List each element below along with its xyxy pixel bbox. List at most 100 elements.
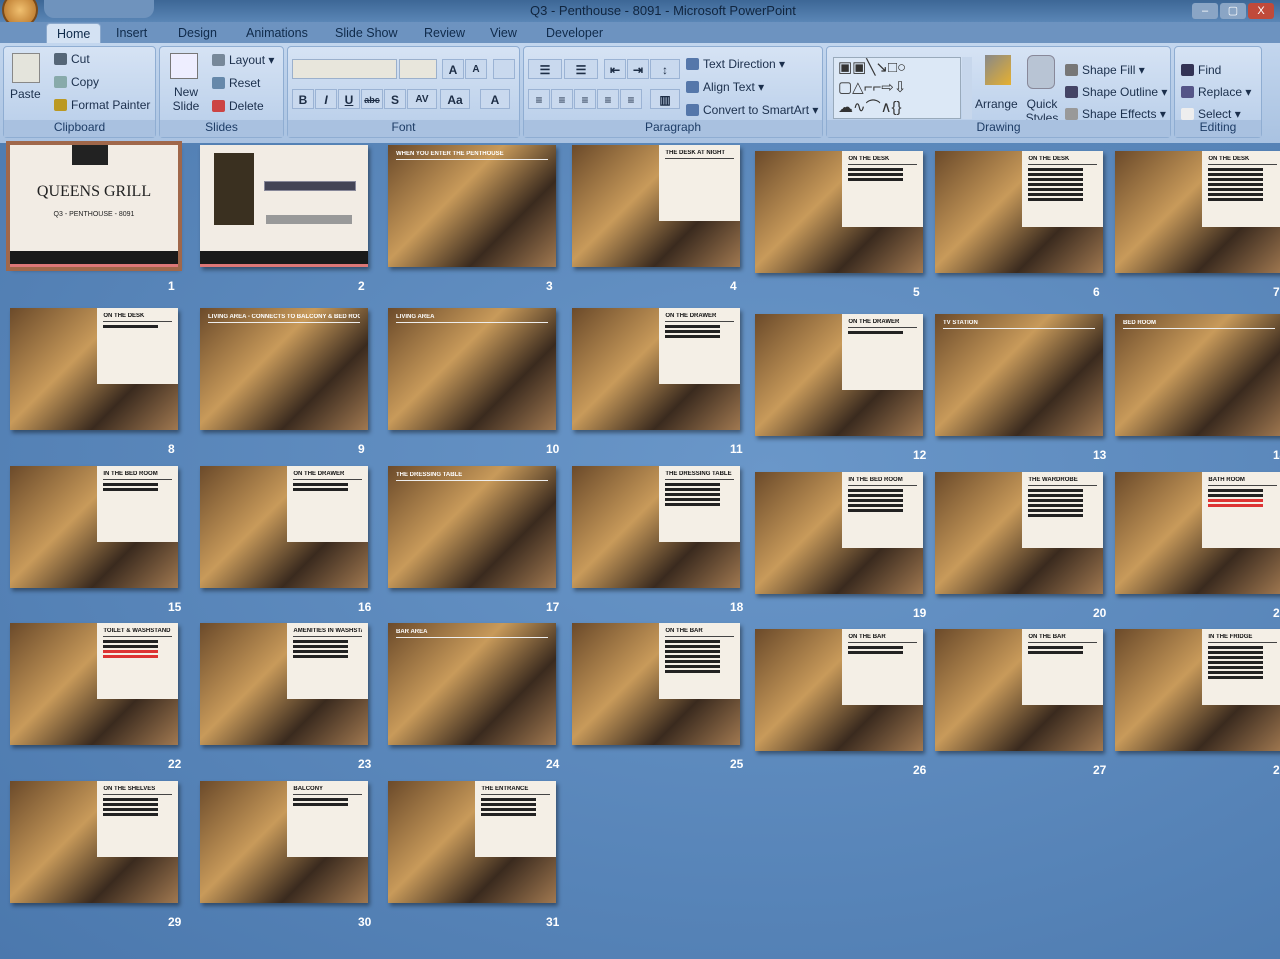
distributed-button[interactable]: ≡ [620,89,642,109]
brush-icon [54,99,67,111]
shrink-font-button[interactable]: A [465,59,487,79]
slide-thumbnail[interactable]: IN THE BED ROOM [755,472,923,594]
slide-thumbnail[interactable]: THE DESK AT NIGHT [572,145,740,267]
slide-sorter[interactable]: QUEENS GRILL Q3 - PENTHOUSE - 8091 1 2 WHEN … [0,141,1280,959]
paste-button[interactable]: Paste [10,87,41,101]
replace-icon [1181,86,1194,98]
slide-thumbnail[interactable]: WHEN YOU ENTER THE PENTHOUSE [388,145,556,267]
slide-text-panel: THE DESK AT NIGHT [659,145,740,221]
slide-number: 20 [1093,606,1107,620]
font-size-dropdown[interactable] [399,59,437,79]
slide-number: 3 [546,279,553,293]
tab-home[interactable]: Home [46,23,102,44]
maximize-button[interactable]: ▢ [1220,3,1246,19]
shadow-button[interactable]: S [384,89,406,109]
layout-button[interactable]: Layout ▾ [212,53,274,67]
minimize-button[interactable]: – [1192,3,1218,19]
font-color-button[interactable]: A [480,89,510,109]
slide-thumbnail[interactable]: BED ROOM [1115,314,1280,436]
slide-thumbnail[interactable] [200,145,368,267]
slide-thumbnail[interactable]: IN THE FRIDGE [1115,629,1280,751]
slide-thumbnail[interactable]: THE WARDROBE [935,472,1103,594]
slide-thumbnail[interactable]: ON THE DRAWER [572,308,740,430]
increase-indent-button[interactable]: ⇥ [627,59,649,79]
shape-effects-button[interactable]: Shape Effects ▾ [1065,107,1166,121]
tab-design[interactable]: Design [168,23,227,44]
font-name-dropdown[interactable] [292,59,397,79]
align-center-button[interactable]: ≡ [551,89,573,109]
format-painter-button[interactable]: Format Painter [54,98,150,112]
decrease-indent-button[interactable]: ⇤ [604,59,626,79]
shapes-gallery[interactable]: ▣▣╲↘□○ ▢△⌐⌐⇨⇩ ☁∿⌒∧{} [833,57,961,119]
tab-review[interactable]: Review [414,23,475,44]
smartart-icon [686,104,699,116]
slide-thumbnail[interactable]: ON THE BAR [572,623,740,745]
underline-button[interactable]: U [338,89,360,109]
slide-thumbnail[interactable]: ON THE SHELVES [10,781,178,903]
slide-thumbnail[interactable]: TV STATION [935,314,1103,436]
align-right-button[interactable]: ≡ [574,89,596,109]
columns-button[interactable]: ▥ [650,89,680,109]
numbering-button[interactable]: ☰ [564,59,598,79]
copy-button[interactable]: Copy [54,75,99,89]
slide-thumbnail[interactable]: BALCONY [200,781,368,903]
quick-access-toolbar[interactable] [44,0,154,18]
align-left-button[interactable]: ≡ [528,89,550,109]
strikethrough-button[interactable]: abc [361,89,383,109]
slide-thumbnail[interactable]: QUEENS GRILL Q3 - PENTHOUSE - 8091 [6,141,182,271]
line-spacing-button[interactable]: ↕ [650,59,680,79]
slide-thumbnail[interactable]: BAR AREA [388,623,556,745]
justify-button[interactable]: ≡ [597,89,619,109]
clear-formatting-button[interactable] [493,59,515,79]
slide-photo [388,623,556,745]
slide-number: 24 [546,757,560,771]
change-case-button[interactable]: Aa [440,89,470,109]
slide-thumbnail[interactable]: ON THE BAR [935,629,1103,751]
slide-thumbnail[interactable]: ON THE DESK [1115,151,1280,273]
arrange-button[interactable]: Arrange [975,97,1018,111]
shapes-gallery-scrollbar[interactable] [962,57,972,119]
tab-slide-show[interactable]: Slide Show [325,23,408,44]
slide-thumbnail[interactable]: THE DRESSING TABLE [572,466,740,588]
italic-button[interactable]: I [315,89,337,109]
slide-thumbnail[interactable]: LIVING AREA - CONNECTS TO BALCONY & BED … [200,308,368,430]
grow-font-button[interactable]: A [442,59,464,79]
find-button[interactable]: Find [1181,63,1221,77]
bullets-button[interactable]: ☰ [528,59,562,79]
select-button[interactable]: Select ▾ [1181,107,1241,121]
character-spacing-button[interactable]: AV [407,89,437,109]
tab-view[interactable]: View [480,23,527,44]
cut-button[interactable]: Cut [54,52,90,66]
shape-outline-button[interactable]: Shape Outline ▾ [1065,85,1167,99]
slide-text-panel: THE ENTRANCE [475,781,556,857]
align-text-button[interactable]: Align Text ▾ [686,80,764,94]
replace-button[interactable]: Replace ▾ [1181,85,1251,99]
slide-number: 19 [913,606,927,620]
slide-thumbnail[interactable]: ON THE DESK [755,151,923,273]
slide-number: 5 [913,285,920,299]
new-slide-button[interactable]: New Slide [166,85,206,113]
slide-thumbnail[interactable]: LIVING AREA [388,308,556,430]
slide-thumbnail[interactable]: IN THE BED ROOM [10,466,178,588]
close-button[interactable]: X [1248,3,1274,19]
slide-thumbnail[interactable]: ON THE DESK [10,308,178,430]
tab-insert[interactable]: Insert [106,23,157,44]
slide-thumbnail[interactable]: TOILET & WASHSTAND [10,623,178,745]
reset-button[interactable]: Reset [212,76,260,90]
bold-button[interactable]: B [292,89,314,109]
tab-developer[interactable]: Developer [536,23,613,44]
slide-thumbnail[interactable]: BATH ROOM [1115,472,1280,594]
tab-animations[interactable]: Animations [236,23,318,44]
slide-thumbnail[interactable]: ON THE DESK [935,151,1103,273]
shape-fill-button[interactable]: Shape Fill ▾ [1065,63,1145,77]
delete-button[interactable]: Delete [212,99,264,113]
slide-title: THE WARDROBE [1028,477,1097,486]
slide-thumbnail[interactable]: AMENITIES IN WASHSTAND [200,623,368,745]
text-direction-button[interactable]: Text Direction ▾ [686,57,785,71]
slide-thumbnail[interactable]: THE ENTRANCE [388,781,556,903]
slide-thumbnail[interactable]: ON THE DRAWER [200,466,368,588]
slide-thumbnail[interactable]: ON THE BAR [755,629,923,751]
slide-thumbnail[interactable]: ON THE DRAWER [755,314,923,436]
slide-thumbnail[interactable]: THE DRESSING TABLE [388,466,556,588]
convert-smartart-button[interactable]: Convert to SmartArt ▾ [686,103,818,117]
